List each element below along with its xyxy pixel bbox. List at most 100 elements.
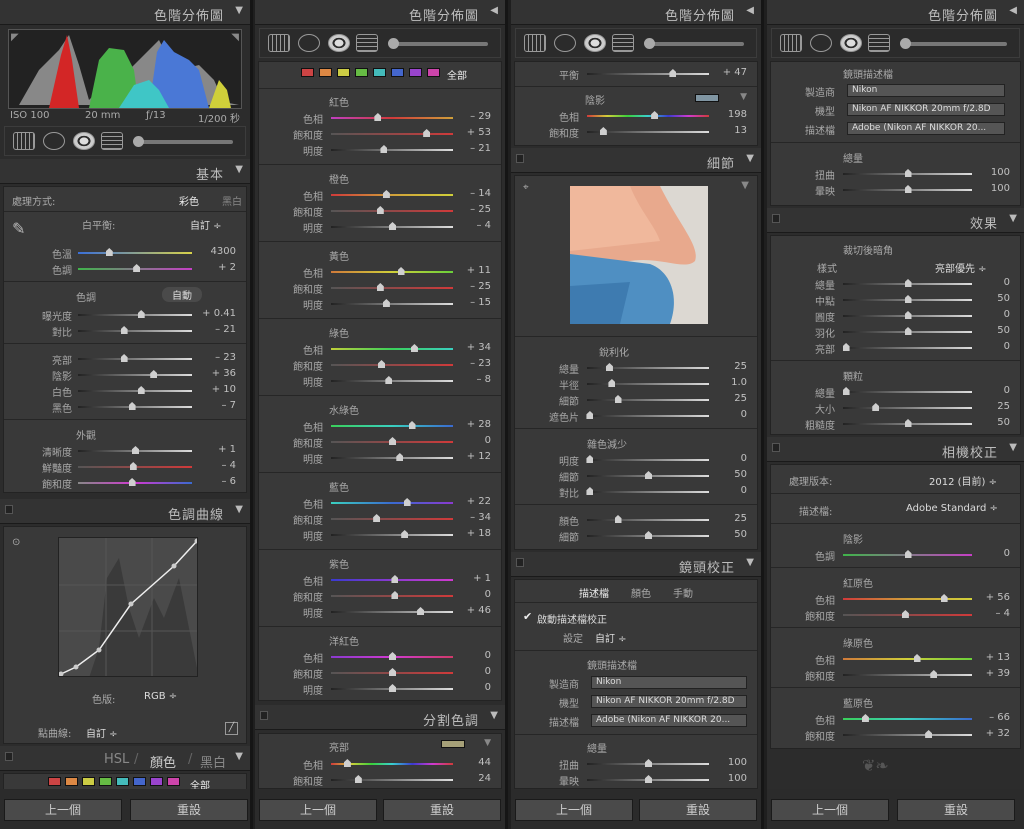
- panel-switch-icon[interactable]: [772, 443, 780, 452]
- slider-thumb[interactable]: [376, 283, 384, 291]
- slider-thumb[interactable]: [382, 190, 390, 198]
- slider-thumb[interactable]: [608, 379, 616, 387]
- spot-removal-icon[interactable]: [43, 132, 65, 150]
- slider-thumb[interactable]: [872, 403, 880, 411]
- slider-thumb[interactable]: [842, 343, 850, 351]
- graduated-filter-icon[interactable]: [612, 34, 634, 52]
- slider-track[interactable]: [78, 358, 192, 360]
- collapse-triangle-icon[interactable]: ◀: [746, 5, 754, 16]
- color-swatch[interactable]: [319, 68, 332, 77]
- target-adjust-icon[interactable]: ⌖: [523, 182, 529, 193]
- lens-color-tab[interactable]: 顏色: [631, 585, 651, 600]
- model-select[interactable]: Nikon AF NIKKOR 20mm f/2.8D: [847, 103, 1005, 116]
- lens-manual-tab[interactable]: 手動: [673, 585, 693, 600]
- profile-select[interactable]: Adobe (Nikon AF NIKKOR 20...: [847, 122, 1005, 135]
- color-swatch[interactable]: [150, 777, 163, 786]
- shadow-color-swatch[interactable]: [695, 94, 719, 102]
- slider-thumb[interactable]: [380, 145, 388, 153]
- color-swatch[interactable]: [116, 777, 129, 786]
- panel-switch-icon[interactable]: [5, 752, 13, 761]
- panel-switch-icon[interactable]: [516, 154, 524, 163]
- previous-button[interactable]: 上一個: [259, 799, 377, 821]
- reset-button[interactable]: 重設: [130, 799, 248, 821]
- slider-track[interactable]: [78, 252, 192, 254]
- histogram-header[interactable]: 色階分佈圖 ▼: [0, 0, 250, 25]
- red-eye-icon[interactable]: [73, 132, 95, 150]
- slider-track[interactable]: [331, 271, 453, 273]
- slider-track[interactable]: [331, 534, 453, 536]
- slider-track[interactable]: [843, 391, 972, 393]
- slider-track[interactable]: [843, 407, 972, 409]
- slider-track[interactable]: [843, 598, 972, 600]
- slider-thumb[interactable]: [354, 775, 362, 783]
- slider-track[interactable]: [331, 210, 453, 212]
- slider-thumb[interactable]: [132, 446, 139, 454]
- spot-removal-icon[interactable]: [554, 34, 576, 52]
- preview-triangle-icon[interactable]: ▼: [741, 180, 749, 191]
- auto-tone-button[interactable]: 自動: [162, 287, 202, 302]
- lens-correction-header[interactable]: 鏡頭校正 ▼: [511, 552, 761, 577]
- slider-thumb[interactable]: [904, 185, 912, 193]
- slider-thumb[interactable]: [343, 759, 351, 767]
- slider-track[interactable]: [587, 519, 709, 521]
- crop-tool-icon[interactable]: [13, 132, 35, 150]
- slider-thumb[interactable]: [645, 775, 652, 783]
- spot-removal-icon[interactable]: [298, 34, 320, 52]
- slider-track[interactable]: [331, 348, 453, 350]
- slider-thumb[interactable]: [904, 295, 912, 303]
- color-swatch[interactable]: [48, 777, 61, 786]
- slider-track[interactable]: [587, 399, 709, 401]
- hsl-header[interactable]: HSL / 顏色 / 黑白 ▼: [0, 746, 250, 771]
- reset-button[interactable]: 重設: [897, 799, 1015, 821]
- slider-thumb[interactable]: [382, 299, 390, 307]
- slider-thumb[interactable]: [586, 487, 594, 495]
- target-adjust-icon[interactable]: ⊙: [12, 537, 20, 548]
- slider-track[interactable]: [78, 374, 192, 376]
- detail-header[interactable]: 細節 ▼: [511, 148, 761, 173]
- panel-switch-icon[interactable]: [772, 214, 780, 223]
- slider-track[interactable]: [331, 425, 453, 427]
- brush-slider[interactable]: [648, 42, 744, 46]
- slider-thumb[interactable]: [397, 267, 405, 275]
- hsl-bw-tab[interactable]: 黑白: [200, 752, 226, 771]
- histogram-header[interactable]: 色階分佈圖 ◀: [767, 0, 1024, 25]
- slider-thumb[interactable]: [669, 69, 677, 77]
- slider-thumb[interactable]: [410, 344, 418, 352]
- camera-profile-select[interactable]: Adobe Standard ÷: [906, 503, 998, 514]
- histogram-header[interactable]: 色階分佈圖 ◀: [255, 0, 505, 25]
- brush-icon[interactable]: [133, 136, 144, 147]
- graduated-filter-icon[interactable]: [868, 34, 890, 52]
- slider-thumb[interactable]: [408, 421, 416, 429]
- slider-thumb[interactable]: [651, 111, 659, 119]
- crop-tool-icon[interactable]: [268, 34, 290, 52]
- slider-track[interactable]: [331, 133, 453, 135]
- slider-thumb[interactable]: [378, 360, 386, 368]
- slider-thumb[interactable]: [904, 169, 912, 177]
- slider-thumb[interactable]: [904, 279, 912, 287]
- slider-thumb[interactable]: [129, 462, 137, 470]
- color-swatch[interactable]: [337, 68, 350, 77]
- slider-track[interactable]: [843, 658, 972, 660]
- highlight-color-swatch[interactable]: [441, 740, 465, 748]
- slider-track[interactable]: [587, 459, 709, 461]
- slider-track[interactable]: [331, 287, 453, 289]
- brush-icon[interactable]: [900, 38, 911, 49]
- make-select[interactable]: Nikon: [591, 676, 747, 689]
- graduated-filter-icon[interactable]: [101, 132, 123, 150]
- brush-icon[interactable]: [388, 38, 399, 49]
- graduated-filter-icon[interactable]: [356, 34, 378, 52]
- slider-thumb[interactable]: [586, 411, 594, 419]
- spot-removal-icon[interactable]: [810, 34, 832, 52]
- slider-track[interactable]: [843, 674, 972, 676]
- color-swatch[interactable]: [391, 68, 404, 77]
- color-swatch[interactable]: [373, 68, 386, 77]
- white-balance-select[interactable]: 自訂 ÷: [190, 217, 222, 232]
- color-swatch[interactable]: [301, 68, 314, 77]
- brush-slider[interactable]: [904, 42, 1007, 46]
- slider-thumb[interactable]: [645, 759, 652, 767]
- slider-thumb[interactable]: [396, 453, 404, 461]
- slider-track[interactable]: [331, 518, 453, 520]
- slider-thumb[interactable]: [133, 264, 141, 272]
- color-swatch[interactable]: [65, 777, 78, 786]
- slider-track[interactable]: [78, 314, 192, 316]
